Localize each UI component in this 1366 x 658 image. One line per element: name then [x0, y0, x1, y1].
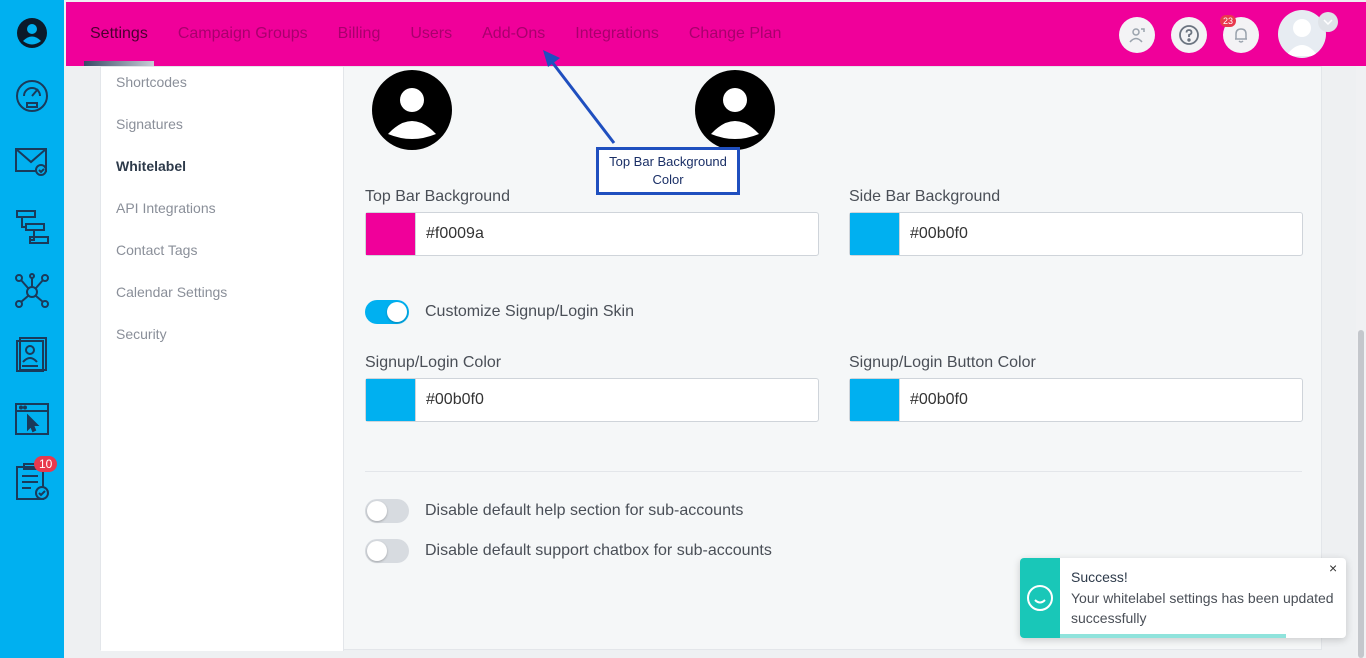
subnav-whitelabel[interactable]: Whitelabel: [116, 158, 186, 174]
question-icon: [1179, 25, 1199, 45]
favicon-preview[interactable]: [695, 70, 775, 150]
signup-button-color-input[interactable]: #00b0f0: [849, 378, 1303, 422]
nav-add-ons[interactable]: Add-Ons: [482, 25, 545, 43]
side-bar-bg-input[interactable]: #00b0f0: [849, 212, 1303, 256]
settings-subnav: Shortcodes Signatures Whitelabel API Int…: [101, 67, 344, 651]
network-icon[interactable]: [12, 271, 52, 311]
nav-settings[interactable]: Settings: [90, 25, 148, 43]
toast-progress-bar: [1060, 634, 1286, 638]
signup-color-swatch[interactable]: [366, 379, 416, 421]
top-nav: Settings Campaign Groups Billing Users A…: [90, 2, 811, 66]
signup-button-color-swatch[interactable]: [850, 379, 900, 421]
toast-message: Your whitelabel settings has been update…: [1071, 590, 1334, 626]
nav-users[interactable]: Users: [410, 25, 452, 43]
section-divider: [365, 471, 1302, 472]
dashboard-gauge-icon[interactable]: [12, 76, 52, 116]
toast-close-button[interactable]: ×: [1329, 560, 1337, 576]
workflow-icon[interactable]: [12, 207, 52, 247]
contact-card-icon[interactable]: [12, 334, 52, 374]
smile-icon: [1027, 585, 1053, 611]
subnav-api-integrations[interactable]: API Integrations: [116, 200, 216, 216]
task-badge: 10: [34, 456, 58, 472]
signup-color-label: Signup/Login Color: [365, 354, 502, 371]
notification-badge: 23: [1220, 15, 1237, 27]
account-circle-icon[interactable]: [12, 13, 52, 53]
toast-title: Success!: [1071, 569, 1128, 585]
annotation-callout: Top Bar Background Color: [596, 147, 740, 195]
signup-button-color-label: Signup/Login Button Color: [849, 354, 1036, 371]
customize-skin-toggle[interactable]: [365, 300, 409, 324]
subnav-shortcodes[interactable]: Shortcodes: [116, 74, 187, 90]
browser-cursor-icon[interactable]: [12, 399, 52, 439]
bell-icon: [1235, 28, 1247, 43]
success-toast: Success! Your whitelabel settings has be…: [1020, 558, 1346, 638]
top-bar-bg-swatch[interactable]: [366, 213, 416, 255]
user-swap-icon: [1129, 28, 1145, 43]
subnav-calendar-settings[interactable]: Calendar Settings: [116, 284, 227, 300]
subnav-security[interactable]: Security: [116, 326, 167, 342]
nav-change-plan[interactable]: Change Plan: [689, 25, 782, 43]
customize-skin-label: Customize Signup/Login Skin: [425, 303, 635, 320]
logo-preview[interactable]: [372, 70, 452, 150]
signup-button-color-value[interactable]: #00b0f0: [900, 391, 968, 409]
signup-color-value[interactable]: #00b0f0: [416, 391, 484, 409]
top-bar: Settings Campaign Groups Billing Users A…: [66, 2, 1366, 66]
chevron-down-icon[interactable]: [1318, 12, 1338, 32]
top-bar-bg-value[interactable]: #f0009a: [416, 225, 484, 243]
user-placeholder-icon: [711, 88, 759, 139]
scrollbar-thumb[interactable]: [1358, 330, 1364, 658]
left-sidebar: 10: [0, 0, 64, 658]
signup-color-input[interactable]: #00b0f0: [365, 378, 819, 422]
nav-campaign-groups[interactable]: Campaign Groups: [178, 25, 308, 43]
nav-integrations[interactable]: Integrations: [575, 25, 659, 43]
side-bar-bg-value[interactable]: #00b0f0: [900, 225, 968, 243]
subnav-signatures[interactable]: Signatures: [116, 116, 183, 132]
side-bar-bg-label: Side Bar Background: [849, 188, 1001, 205]
side-bar-bg-swatch[interactable]: [850, 213, 900, 255]
help-button[interactable]: [1171, 17, 1207, 53]
toast-accent: [1020, 558, 1060, 638]
disable-help-label: Disable default help section for sub-acc…: [425, 502, 744, 519]
subnav-contact-tags[interactable]: Contact Tags: [116, 242, 197, 258]
disable-help-toggle[interactable]: [365, 499, 409, 523]
top-bar-bg-input[interactable]: #f0009a: [365, 212, 819, 256]
top-bar-bg-label: Top Bar Background: [365, 188, 510, 205]
disable-chatbox-label: Disable default support chatbox for sub-…: [425, 542, 772, 559]
user-placeholder-icon: [388, 88, 436, 139]
disable-chatbox-toggle[interactable]: [365, 539, 409, 563]
nav-billing[interactable]: Billing: [338, 25, 381, 43]
email-campaign-icon[interactable]: [12, 141, 52, 181]
users-switch-button[interactable]: [1119, 17, 1155, 53]
